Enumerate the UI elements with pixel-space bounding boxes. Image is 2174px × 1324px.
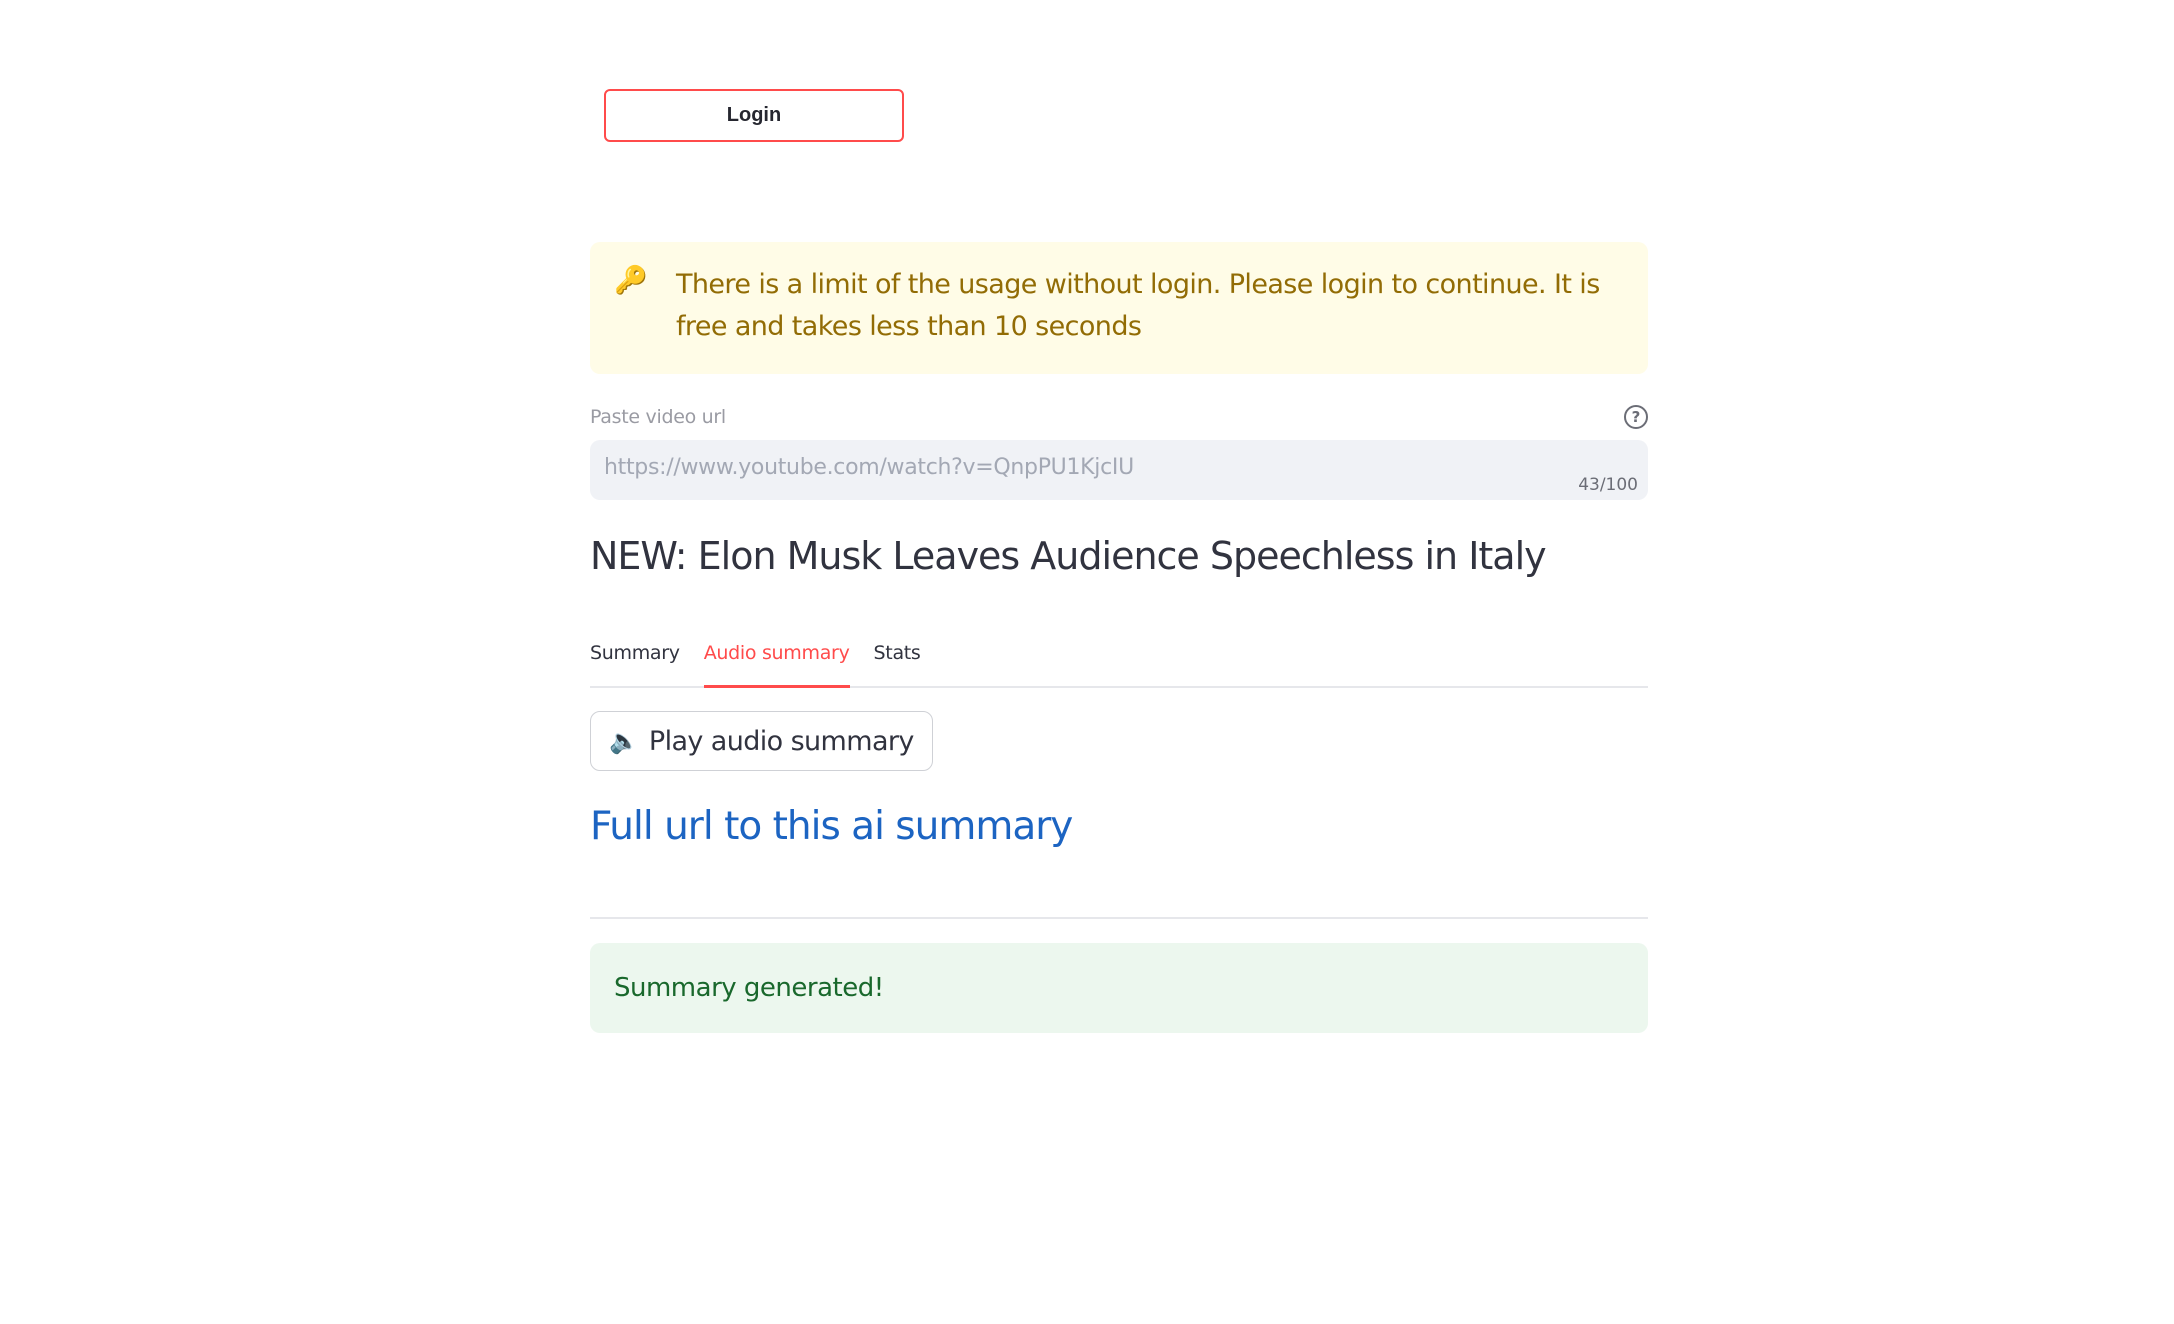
login-warning-alert: 🔑 There is a limit of the usage without … (590, 242, 1648, 374)
success-message: Summary generated! (614, 973, 884, 1003)
tab-audio-summary[interactable]: Audio summary (703, 636, 850, 688)
speaker-icon: 🔈 (609, 727, 639, 755)
divider (590, 917, 1648, 919)
tab-bar: Summary Audio summary Stats (590, 636, 1648, 688)
warning-message: There is a limit of the usage without lo… (676, 269, 1600, 342)
video-url-input[interactable]: https://www.youtube.com/watch?v=QnpPU1Kj… (590, 440, 1648, 500)
tab-summary[interactable]: Summary (590, 636, 680, 686)
success-alert: Summary generated! (590, 943, 1648, 1033)
url-field-label-row: Paste video url ? (590, 402, 1648, 432)
character-counter: 43/100 (1578, 475, 1638, 495)
video-url-value[interactable]: https://www.youtube.com/watch?v=QnpPU1Kj… (604, 455, 1134, 480)
key-icon: 🔑 (614, 265, 648, 295)
play-audio-summary-button[interactable]: 🔈 Play audio summary (590, 711, 933, 771)
help-icon[interactable]: ? (1624, 405, 1648, 429)
tab-stats[interactable]: Stats (874, 636, 921, 686)
page: Login 🔑 There is a limit of the usage wi… (0, 0, 2174, 1324)
full-url-link[interactable]: Full url to this ai summary (590, 804, 1073, 849)
video-title: NEW: Elon Musk Leaves Audience Speechles… (590, 534, 1547, 578)
url-field-label: Paste video url (590, 406, 726, 428)
login-button[interactable]: Login (604, 89, 904, 142)
play-audio-summary-label: Play audio summary (648, 725, 915, 757)
